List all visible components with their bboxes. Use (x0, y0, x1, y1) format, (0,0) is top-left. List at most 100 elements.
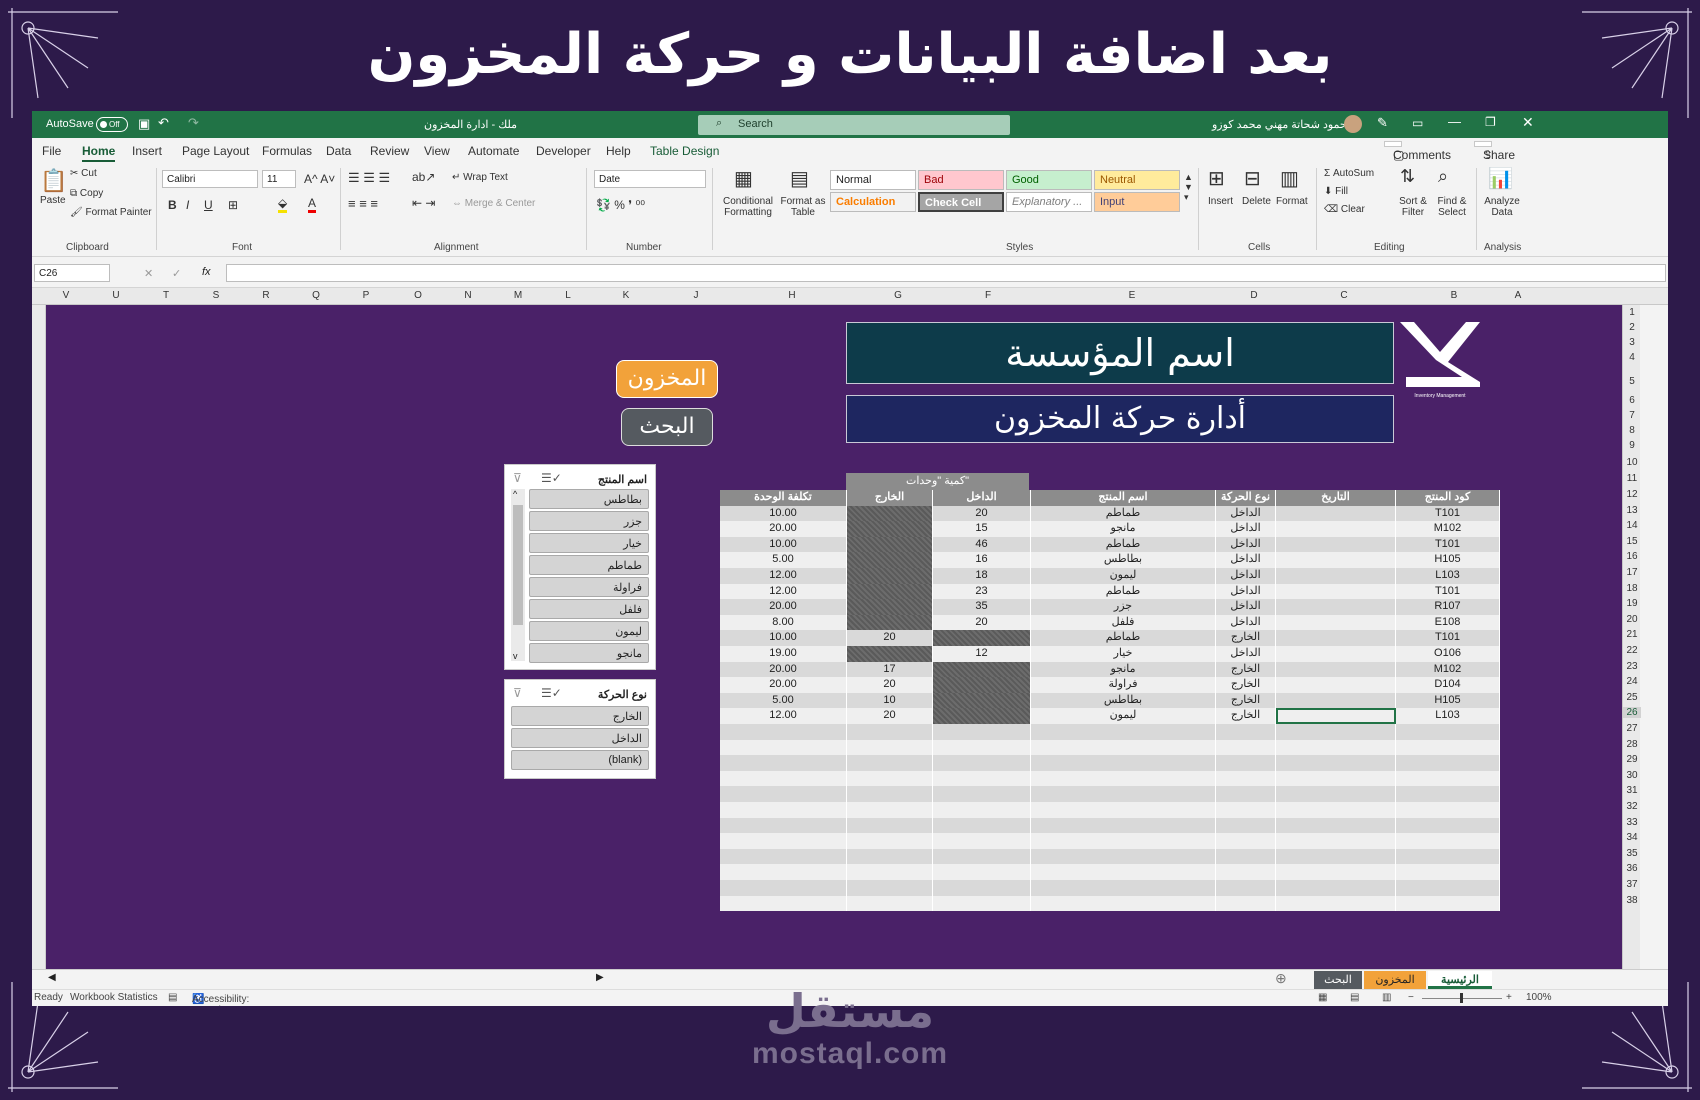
autosave-toggle[interactable]: Off (96, 117, 128, 132)
cell-in[interactable]: 15 (933, 521, 1031, 537)
cell-in[interactable] (933, 661, 1031, 678)
row-header[interactable]: 1 (1623, 307, 1641, 318)
row-header[interactable]: 34 (1623, 832, 1641, 843)
tab-table-design[interactable]: Table Design (650, 144, 719, 158)
table-row[interactable] (720, 724, 1500, 740)
cell-name[interactable]: طماطم (1031, 630, 1216, 646)
cell-code[interactable] (1396, 739, 1500, 756)
row-header[interactable]: 28 (1623, 739, 1641, 750)
cell-cost[interactable]: 10.00 (720, 536, 847, 553)
styles-scroll-icon[interactable]: ▲ ▼ ▾ (1184, 172, 1193, 203)
cell-code[interactable]: M102 (1396, 661, 1500, 678)
redo-icon[interactable]: ↷ (188, 115, 199, 131)
cell-cost[interactable]: 12.00 (720, 708, 847, 724)
table-row[interactable]: H105 الخارج بطاطس 10 5.00 (720, 692, 1500, 709)
row-header[interactable]: 23 (1623, 661, 1641, 672)
cell-cost[interactable] (720, 739, 847, 756)
cell-cost[interactable]: 20.00 (720, 521, 847, 537)
cell-name[interactable] (1031, 833, 1216, 849)
cell-in[interactable] (933, 724, 1031, 740)
row-header[interactable]: 9 (1623, 440, 1641, 451)
restore-icon[interactable]: ❐ (1485, 115, 1496, 129)
cell-type[interactable] (1216, 848, 1276, 865)
insert-cells-button[interactable]: Insert (1208, 196, 1233, 207)
cell-name[interactable]: طماطم (1031, 505, 1216, 522)
cell-date[interactable] (1276, 583, 1396, 600)
table-row[interactable] (720, 895, 1500, 912)
table-row[interactable]: E108 الداخل فلفل 20 8.00 (720, 614, 1500, 631)
row-header[interactable]: 19 (1623, 598, 1641, 609)
next-sheet-icon[interactable]: ▶ (596, 972, 604, 983)
delete-cells-button[interactable]: Delete (1242, 196, 1271, 207)
cell-out[interactable]: 20 (847, 630, 933, 646)
row-header[interactable]: 5 (1623, 376, 1641, 387)
currency-icon[interactable]: 💱 % ❜ ⁰⁰ (596, 198, 645, 212)
cell-in[interactable]: 20 (933, 505, 1031, 522)
cell-type[interactable]: الداخل (1216, 583, 1276, 600)
cell-name[interactable] (1031, 880, 1216, 896)
wrap-text-button[interactable]: ↵ Wrap Text (452, 172, 508, 183)
column-header-d[interactable]: D (1244, 290, 1264, 301)
table-row[interactable]: H105 الداخل بطاطس 16 5.00 (720, 552, 1500, 568)
style-neutral[interactable]: Neutral (1094, 170, 1180, 190)
cell-out[interactable] (847, 817, 933, 834)
cell-type[interactable] (1216, 786, 1276, 802)
cell-in[interactable]: 23 (933, 583, 1031, 600)
cell-code[interactable] (1396, 880, 1500, 896)
cell-type[interactable] (1216, 833, 1276, 849)
cell-date[interactable] (1276, 755, 1396, 771)
cell-name[interactable] (1031, 864, 1216, 880)
row-header[interactable]: 37 (1623, 879, 1641, 890)
table-row[interactable]: R107 الداخل جزر 35 20.00 (720, 599, 1500, 615)
cell-cost[interactable]: 8.00 (720, 614, 847, 631)
cell-cost[interactable] (720, 786, 847, 802)
table-row[interactable]: L103 الداخل ليمون 18 12.00 (720, 568, 1500, 584)
cell-out[interactable] (847, 770, 933, 787)
style-good[interactable]: Good (1006, 170, 1092, 190)
cell-in[interactable] (933, 739, 1031, 756)
merge-center-button[interactable]: ⇔ Merge & Center (452, 198, 535, 209)
cell-code[interactable]: L103 (1396, 708, 1500, 724)
cell-type[interactable] (1216, 880, 1276, 896)
tab-review[interactable]: Review (370, 144, 409, 158)
row-header[interactable]: 25 (1623, 692, 1641, 703)
zoom-slider-thumb[interactable] (1460, 993, 1463, 1003)
row-header[interactable]: 6 (1623, 395, 1641, 406)
cell-out[interactable] (847, 895, 933, 912)
avatar[interactable] (1344, 115, 1362, 133)
cell-cost[interactable]: 5.00 (720, 552, 847, 568)
cell-date[interactable] (1276, 833, 1396, 849)
cell-date[interactable] (1276, 880, 1396, 896)
cell-type[interactable] (1216, 802, 1276, 818)
cell-type[interactable]: الخارج (1216, 708, 1276, 724)
slicer-item[interactable]: مانجو (529, 643, 649, 663)
cell-in[interactable] (933, 833, 1031, 849)
cell-date[interactable] (1276, 536, 1396, 553)
font-name-select[interactable]: Calibri (162, 170, 258, 188)
search-box[interactable]: ⌕ Search (698, 115, 1010, 135)
style-bad[interactable]: Bad (918, 170, 1004, 190)
cell-in[interactable] (933, 817, 1031, 834)
cell-code[interactable]: T101 (1396, 583, 1500, 600)
cell-date[interactable] (1276, 724, 1396, 740)
cell-code[interactable] (1396, 724, 1500, 740)
row-header[interactable]: 22 (1623, 645, 1641, 656)
column-header-j[interactable]: J (686, 290, 706, 301)
cell-cost[interactable]: 5.00 (720, 692, 847, 709)
cell-type[interactable]: الخارج (1216, 677, 1276, 693)
cell-code[interactable]: O106 (1396, 646, 1500, 662)
row-header[interactable]: 10 (1623, 457, 1641, 468)
underline-button[interactable]: U (204, 198, 213, 212)
table-row[interactable]: T101 الخارج طماطم 20 10.00 (720, 630, 1500, 646)
cell-in[interactable] (933, 692, 1031, 709)
cell-out[interactable] (847, 552, 933, 568)
cell-out[interactable] (847, 614, 933, 631)
column-header-p[interactable]: P (356, 290, 376, 301)
cell-date[interactable] (1276, 770, 1396, 787)
column-header-v[interactable]: V (56, 290, 76, 301)
row-header[interactable]: 17 (1623, 567, 1641, 578)
page-layout-icon[interactable]: ▤ (1350, 992, 1359, 1003)
comments-button[interactable]: ▢ Comments (1384, 141, 1451, 162)
close-icon[interactable]: ✕ (1522, 114, 1534, 131)
cell-name[interactable]: ليمون (1031, 708, 1216, 724)
